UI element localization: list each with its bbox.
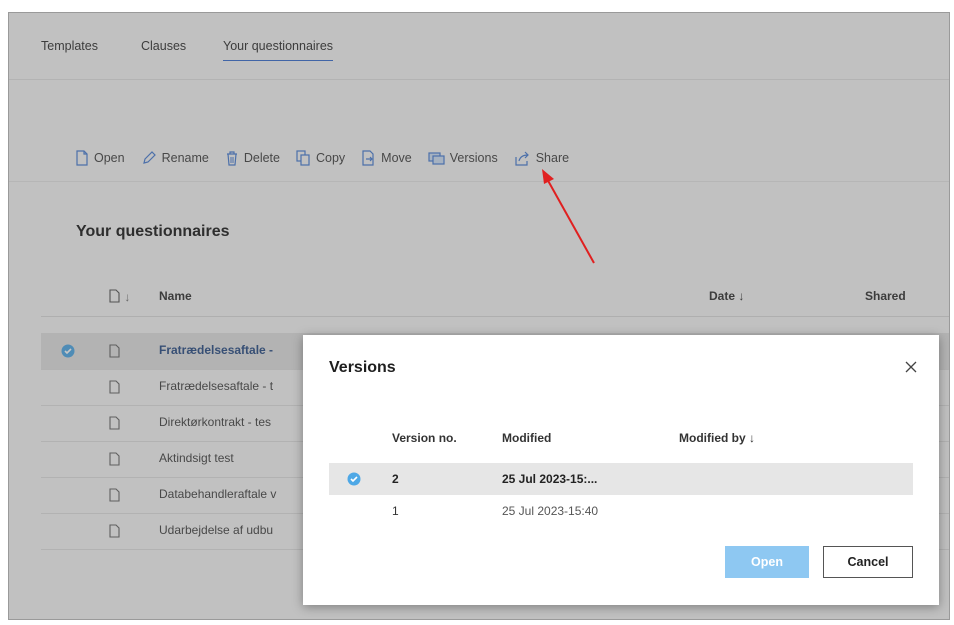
version-modified: 25 Jul 2023-15:40 bbox=[502, 504, 599, 518]
cancel-button[interactable]: Cancel bbox=[823, 546, 913, 578]
version-number: 1 bbox=[392, 504, 399, 518]
version-modified: 25 Jul 2023-15:... bbox=[502, 472, 598, 486]
version-number: 2 bbox=[392, 472, 399, 486]
modified-column-header[interactable]: Modified bbox=[502, 431, 551, 445]
open-button[interactable]: Open bbox=[725, 546, 809, 578]
versions-dialog: Versions Version no. Modified Modified b… bbox=[303, 335, 939, 605]
version-row[interactable]: 2 25 Jul 2023-15:... bbox=[329, 463, 913, 495]
modified-by-column-header[interactable]: Modified by ↓ bbox=[679, 431, 755, 445]
close-icon[interactable] bbox=[905, 361, 917, 373]
app-window: Templates Clauses Your questionnaires Op… bbox=[8, 12, 950, 620]
dialog-title: Versions bbox=[329, 359, 396, 376]
version-row[interactable]: 1 25 Jul 2023-15:40 bbox=[329, 495, 913, 527]
checkmark-icon bbox=[347, 472, 361, 486]
version-no-column-header[interactable]: Version no. bbox=[392, 431, 457, 445]
